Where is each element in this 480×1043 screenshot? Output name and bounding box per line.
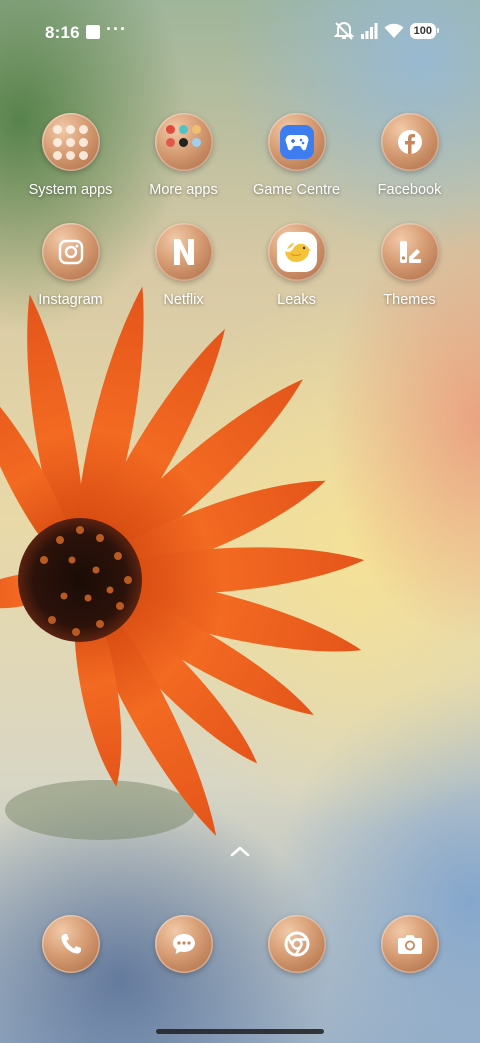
app-more-apps[interactable]: More apps: [127, 113, 240, 198]
dock-phone[interactable]: [14, 915, 127, 973]
dock-chrome[interactable]: [240, 915, 353, 973]
app-themes[interactable]: Themes: [353, 223, 466, 308]
app-game-centre[interactable]: Game Centre: [240, 113, 353, 198]
app-label: More apps: [149, 182, 218, 198]
home-app-grid: System apps More apps Game Centre Facebo…: [14, 113, 466, 308]
folder-icon: [41, 113, 100, 171]
swipe-up-chevron-icon[interactable]: [229, 843, 251, 859]
app-label: Themes: [383, 292, 436, 308]
netflix-icon: [154, 223, 213, 281]
gesture-nav-handle[interactable]: [156, 1029, 324, 1034]
battery-icon: 100: [409, 23, 440, 39]
app-label: System apps: [28, 182, 113, 198]
facebook-icon: [380, 113, 439, 171]
folder-icon: [154, 113, 213, 171]
app-system-apps[interactable]: System apps: [14, 113, 127, 198]
status-bar: 8:16 ··· 100: [0, 0, 480, 64]
gamepad-icon: [267, 113, 326, 171]
screen-record-icon: [86, 25, 100, 39]
app-label: Netflix: [163, 292, 204, 308]
app-label: Facebook: [377, 182, 442, 198]
messages-icon: [154, 915, 213, 973]
app-facebook[interactable]: Facebook: [353, 113, 466, 198]
more-notifications-icon: ···: [106, 19, 127, 39]
phone-icon: [41, 915, 100, 973]
mute-vibrate-icon: [333, 22, 354, 40]
app-leaks[interactable]: Leaks: [240, 223, 353, 308]
clock: 8:16: [45, 23, 80, 42]
instagram-icon: [41, 223, 100, 281]
signal-icon: [360, 23, 378, 39]
app-netflix[interactable]: Netflix: [127, 223, 240, 308]
app-instagram[interactable]: Instagram: [14, 223, 127, 308]
bird-icon: [267, 223, 326, 281]
dock-camera[interactable]: [353, 915, 466, 973]
chrome-icon: [267, 915, 326, 973]
wifi-icon: [384, 23, 404, 38]
dock-messages[interactable]: [127, 915, 240, 973]
app-label: Leaks: [277, 292, 316, 308]
app-label: Instagram: [38, 292, 103, 308]
dock: [14, 915, 466, 973]
app-label: Game Centre: [252, 182, 341, 198]
camera-icon: [380, 915, 439, 973]
themes-icon: [380, 223, 439, 281]
